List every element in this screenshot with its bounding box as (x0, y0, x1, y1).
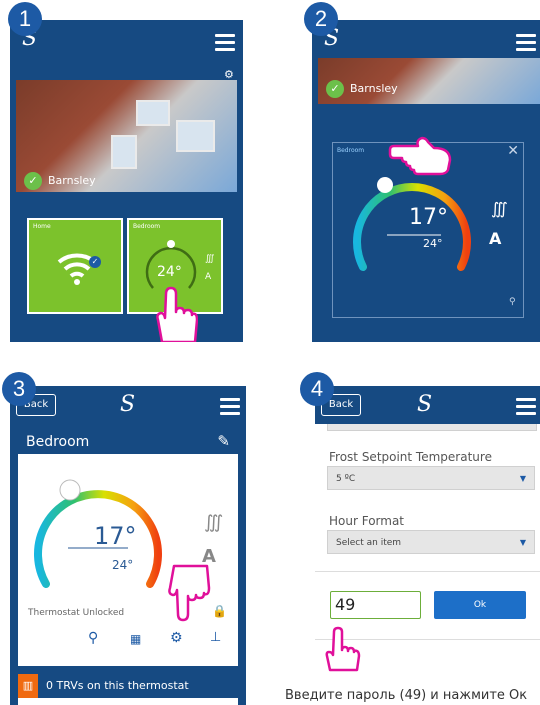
step-badge-3: 3 (2, 372, 36, 406)
app-header: Back S (10, 386, 246, 424)
heat-icon[interactable]: ∭ (491, 199, 508, 218)
trv-bar[interactable]: ▥ 0 TRVs on this thermostat (18, 674, 238, 705)
set-temperature: 24° (423, 237, 443, 250)
frost-setpoint-select[interactable]: 5 ºC ▼ (327, 466, 535, 490)
tap-hand-icon (325, 626, 361, 672)
instruction-caption: Введите пароль (49) и нажмите Ок (285, 688, 528, 703)
tap-hand-icon (168, 564, 211, 622)
app-header: S (312, 20, 540, 58)
step-badge-2: 2 (304, 2, 338, 36)
screen-1: S ⚙ ✓ Barnsley Home ✓ Bedroom 24° ∭ A (10, 20, 243, 342)
edit-pencil-icon[interactable]: ✎ (217, 432, 230, 450)
location-name: Barnsley (48, 174, 96, 187)
frost-setpoint-label: Frost Setpoint Temperature (329, 450, 492, 464)
step-badge-4: 4 (300, 372, 334, 406)
hour-format-select[interactable]: Select an item ▼ (327, 530, 535, 554)
tile-temperature: 24° (157, 264, 182, 280)
lock-icon[interactable]: 🔒 (212, 604, 227, 618)
password-input[interactable]: 49 (330, 591, 421, 619)
screen-2: S ✓ Barnsley Bedroom ✕ 17° 24° ∭ A ⚲ (312, 20, 540, 342)
search-icon[interactable]: ⚲ (88, 630, 98, 646)
trv-count: 0 TRVs on this thermostat (46, 679, 189, 692)
radiator-icon: ▥ (18, 674, 38, 698)
password-value: 49 (335, 595, 356, 614)
hamburger-menu-icon[interactable] (215, 34, 235, 55)
room-name: Bedroom (26, 434, 90, 450)
tile-label: Home (33, 223, 51, 230)
pin-icon[interactable]: ⚲ (509, 297, 516, 307)
salus-logo-icon: S (120, 392, 136, 417)
close-icon[interactable]: ✕ (507, 143, 519, 159)
step-badge-1: 1 (8, 2, 42, 36)
trv-header: ▥ 0 TRVs on this thermostat (18, 674, 238, 698)
connected-check-icon: ✓ (89, 256, 101, 268)
room-name: Bedroom (337, 147, 365, 154)
settings-gear-icon[interactable]: ⚙ (170, 630, 183, 646)
auto-mode-icon[interactable]: A (489, 229, 501, 248)
pin-icon[interactable]: ⊥ (210, 630, 221, 645)
thermostat-card: Bedroom ✎ 17° 24° ∭ A Thermostat Unlocke… (18, 430, 238, 666)
tile-label: Bedroom (133, 223, 161, 230)
check-icon: ✓ (326, 80, 344, 98)
select-value: Select an item (336, 538, 402, 548)
dropdown-arrow-icon: ▼ (519, 474, 526, 483)
current-temperature: 17° (94, 522, 137, 550)
screen-4: Back S Frost Setpoint Temperature 5 ºC ▼… (315, 386, 540, 652)
hamburger-menu-icon[interactable] (516, 34, 536, 55)
salus-logo-icon: S (417, 392, 433, 417)
ok-button[interactable]: Ok (434, 591, 526, 619)
auto-mode-icon: A (205, 272, 212, 282)
thermostat-status: Thermostat Unlocked (28, 608, 125, 618)
select-value: 5 ºC (336, 474, 356, 484)
location-photo[interactable]: ✓ Barnsley (16, 80, 237, 192)
app-header: S (10, 20, 243, 58)
location-photo[interactable]: ✓ Barnsley (318, 58, 540, 104)
home-tile[interactable]: Home ✓ (27, 218, 123, 314)
tap-hand-icon (156, 286, 198, 342)
top-select-edge (327, 424, 537, 431)
heat-icon: ∭ (205, 254, 215, 264)
hour-format-label: Hour Format (329, 514, 405, 528)
divider (315, 571, 540, 572)
heat-icon[interactable]: ∭ (204, 512, 223, 533)
check-icon: ✓ (24, 172, 42, 190)
tap-hand-icon (388, 136, 452, 176)
app-header: Back S (315, 386, 540, 424)
hamburger-menu-icon[interactable] (220, 398, 240, 419)
dropdown-arrow-icon: ▼ (519, 538, 526, 547)
card-header: Bedroom ✎ (18, 430, 238, 454)
location-name: Barnsley (350, 82, 398, 95)
schedule-icon[interactable]: ▦ (130, 632, 141, 646)
current-temperature: 17° (409, 205, 448, 230)
set-temperature: 24° (112, 558, 134, 572)
screen-3: Back S Bedroom ✎ 17° 24° ∭ A Thermostat … (10, 386, 246, 705)
hamburger-menu-icon[interactable] (516, 398, 536, 419)
